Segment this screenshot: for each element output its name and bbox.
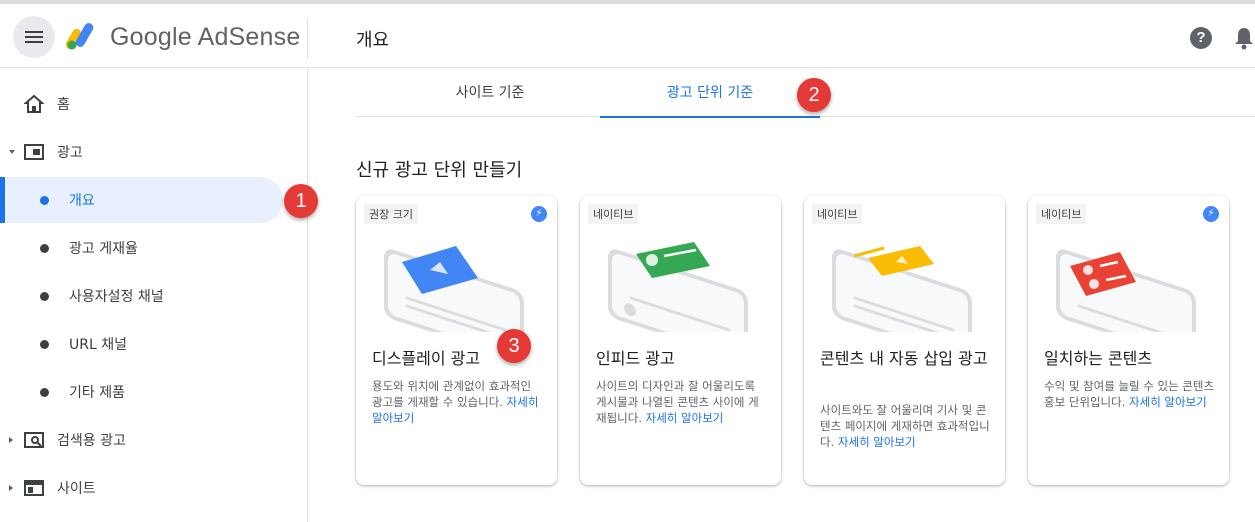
sidebar-item-label: 검색용 광고 [57, 433, 126, 449]
card-title: 일치하는 콘텐츠 [1044, 349, 1153, 368]
card-description: 수익 및 참여를 늘릴 수 있는 콘텐츠 홍보 단위입니다. 자세히 알아보기 [1044, 378, 1216, 410]
sidebar-item-label: 사이트 [57, 481, 96, 497]
ad-unit-card-in-article[interactable]: 네이티브 콘텐츠 내 자동 삽입 광고 사이트와도 잘 어울리며 기사 및 콘텐… [804, 196, 1005, 485]
sidebar-nav: 홈 광고 개요 광고 게재율 사용자설정 채널 URL 채널 기타 제품 검색용… [0, 69, 308, 522]
bullet-icon [40, 243, 49, 253]
learn-more-link[interactable]: 자세히 알아보기 [1129, 395, 1207, 409]
sidebar-item-search-ads[interactable]: 검색용 광고 [0, 417, 300, 463]
ads-icon [24, 144, 44, 160]
adsense-logo-icon [66, 23, 94, 50]
expand-caret-icon[interactable] [9, 437, 13, 443]
sidebar-item-label: URL 채널 [69, 337, 127, 353]
active-indicator [0, 177, 5, 223]
sidebar-item-label: 홈 [57, 97, 70, 113]
learn-more-link[interactable]: 자세히 알아보기 [646, 411, 724, 425]
expand-caret-icon[interactable] [9, 485, 13, 491]
sidebar-item-label: 광고 [57, 145, 83, 161]
sidebar-item-ad-coverage[interactable]: 광고 게재율 [0, 225, 300, 271]
sidebar-item-sites[interactable]: 사이트 [0, 465, 300, 511]
card-description: 사이트와도 잘 어울리며 기사 및 콘텐츠 페이지에 게재하면 효과적입니다. … [820, 402, 992, 450]
section-title: 신규 광고 단위 만들기 [356, 160, 523, 181]
notifications-bell-icon[interactable] [1234, 26, 1254, 50]
card-tag: 네이티브 [1036, 204, 1087, 224]
sidebar-item-label: 개요 [69, 193, 95, 209]
card-tag: 권장 크기 [364, 204, 418, 224]
bullet-icon [40, 339, 49, 349]
lightning-icon: ⚡ [1203, 206, 1219, 222]
annotation-badge-1: 1 [284, 184, 318, 218]
app-header: Google AdSense 개요 ? [0, 4, 1255, 68]
card-tag: 네이티브 [812, 204, 863, 224]
in-article-ad-illustration-icon [832, 246, 972, 332]
card-title: 콘텐츠 내 자동 삽입 광고 [820, 349, 988, 368]
tab-by-site[interactable]: 사이트 기준 [380, 69, 600, 117]
page-title: 개요 [356, 30, 390, 51]
card-description: 사이트의 디자인과 잘 어울리도록 게시물과 나열된 콘텐츠 사이에 게재됩니다… [596, 378, 768, 426]
matched-content-illustration-icon [1056, 249, 1196, 332]
card-tag: 네이티브 [588, 204, 639, 224]
sidebar-item-custom-channels[interactable]: 사용자설정 채널 [0, 273, 300, 319]
sidebar-item-other-products[interactable]: 기타 제품 [0, 369, 300, 415]
sites-icon [24, 480, 44, 496]
card-description: 용도와 위치에 관계없이 효과적인 광고를 게재할 수 있습니다. 자세히 알아… [372, 378, 544, 426]
ad-unit-card-matched-content[interactable]: 네이티브 ⚡ 일치하는 콘텐츠 수익 및 참여를 늘릴 수 있는 콘텐츠 홍보 … [1028, 196, 1229, 485]
annotation-badge-3: 3 [497, 329, 531, 363]
ad-unit-card-in-feed[interactable]: 네이티브 인피드 광고 사이트의 디자인과 잘 어울리도록 게시물과 나열된 콘… [580, 196, 781, 485]
card-title: 인피드 광고 [596, 349, 675, 368]
brand-name: Google AdSense [110, 23, 301, 51]
home-icon [24, 94, 44, 113]
sidebar-item-label: 광고 게재율 [69, 241, 138, 257]
bullet-icon [40, 195, 49, 205]
header-divider [307, 18, 308, 58]
sidebar-item-label: 사용자설정 채널 [69, 289, 164, 305]
main-menu-button[interactable] [13, 16, 55, 58]
bullet-icon [40, 387, 49, 397]
in-feed-ad-illustration-icon [608, 242, 748, 332]
hamburger-icon [25, 31, 43, 43]
annotation-badge-2: 2 [797, 78, 831, 112]
sidebar-item-label: 기타 제품 [69, 385, 125, 401]
sidebar-item-url-channels[interactable]: URL 채널 [0, 321, 300, 367]
learn-more-link[interactable]: 자세히 알아보기 [838, 435, 916, 449]
lightning-icon: ⚡ [531, 206, 547, 222]
bullet-icon [40, 291, 49, 301]
help-icon[interactable]: ? [1190, 27, 1212, 49]
display-ad-illustration-icon [384, 246, 524, 332]
search-ads-icon [24, 432, 44, 448]
sidebar-item-home[interactable]: 홈 [0, 81, 300, 127]
sidebar-item-overview[interactable]: 개요 [0, 177, 283, 223]
sidebar-item-ads[interactable]: 광고 [0, 129, 300, 175]
tab-by-ad-unit[interactable]: 광고 단위 기준 [600, 69, 820, 118]
expand-caret-icon[interactable] [9, 150, 15, 154]
